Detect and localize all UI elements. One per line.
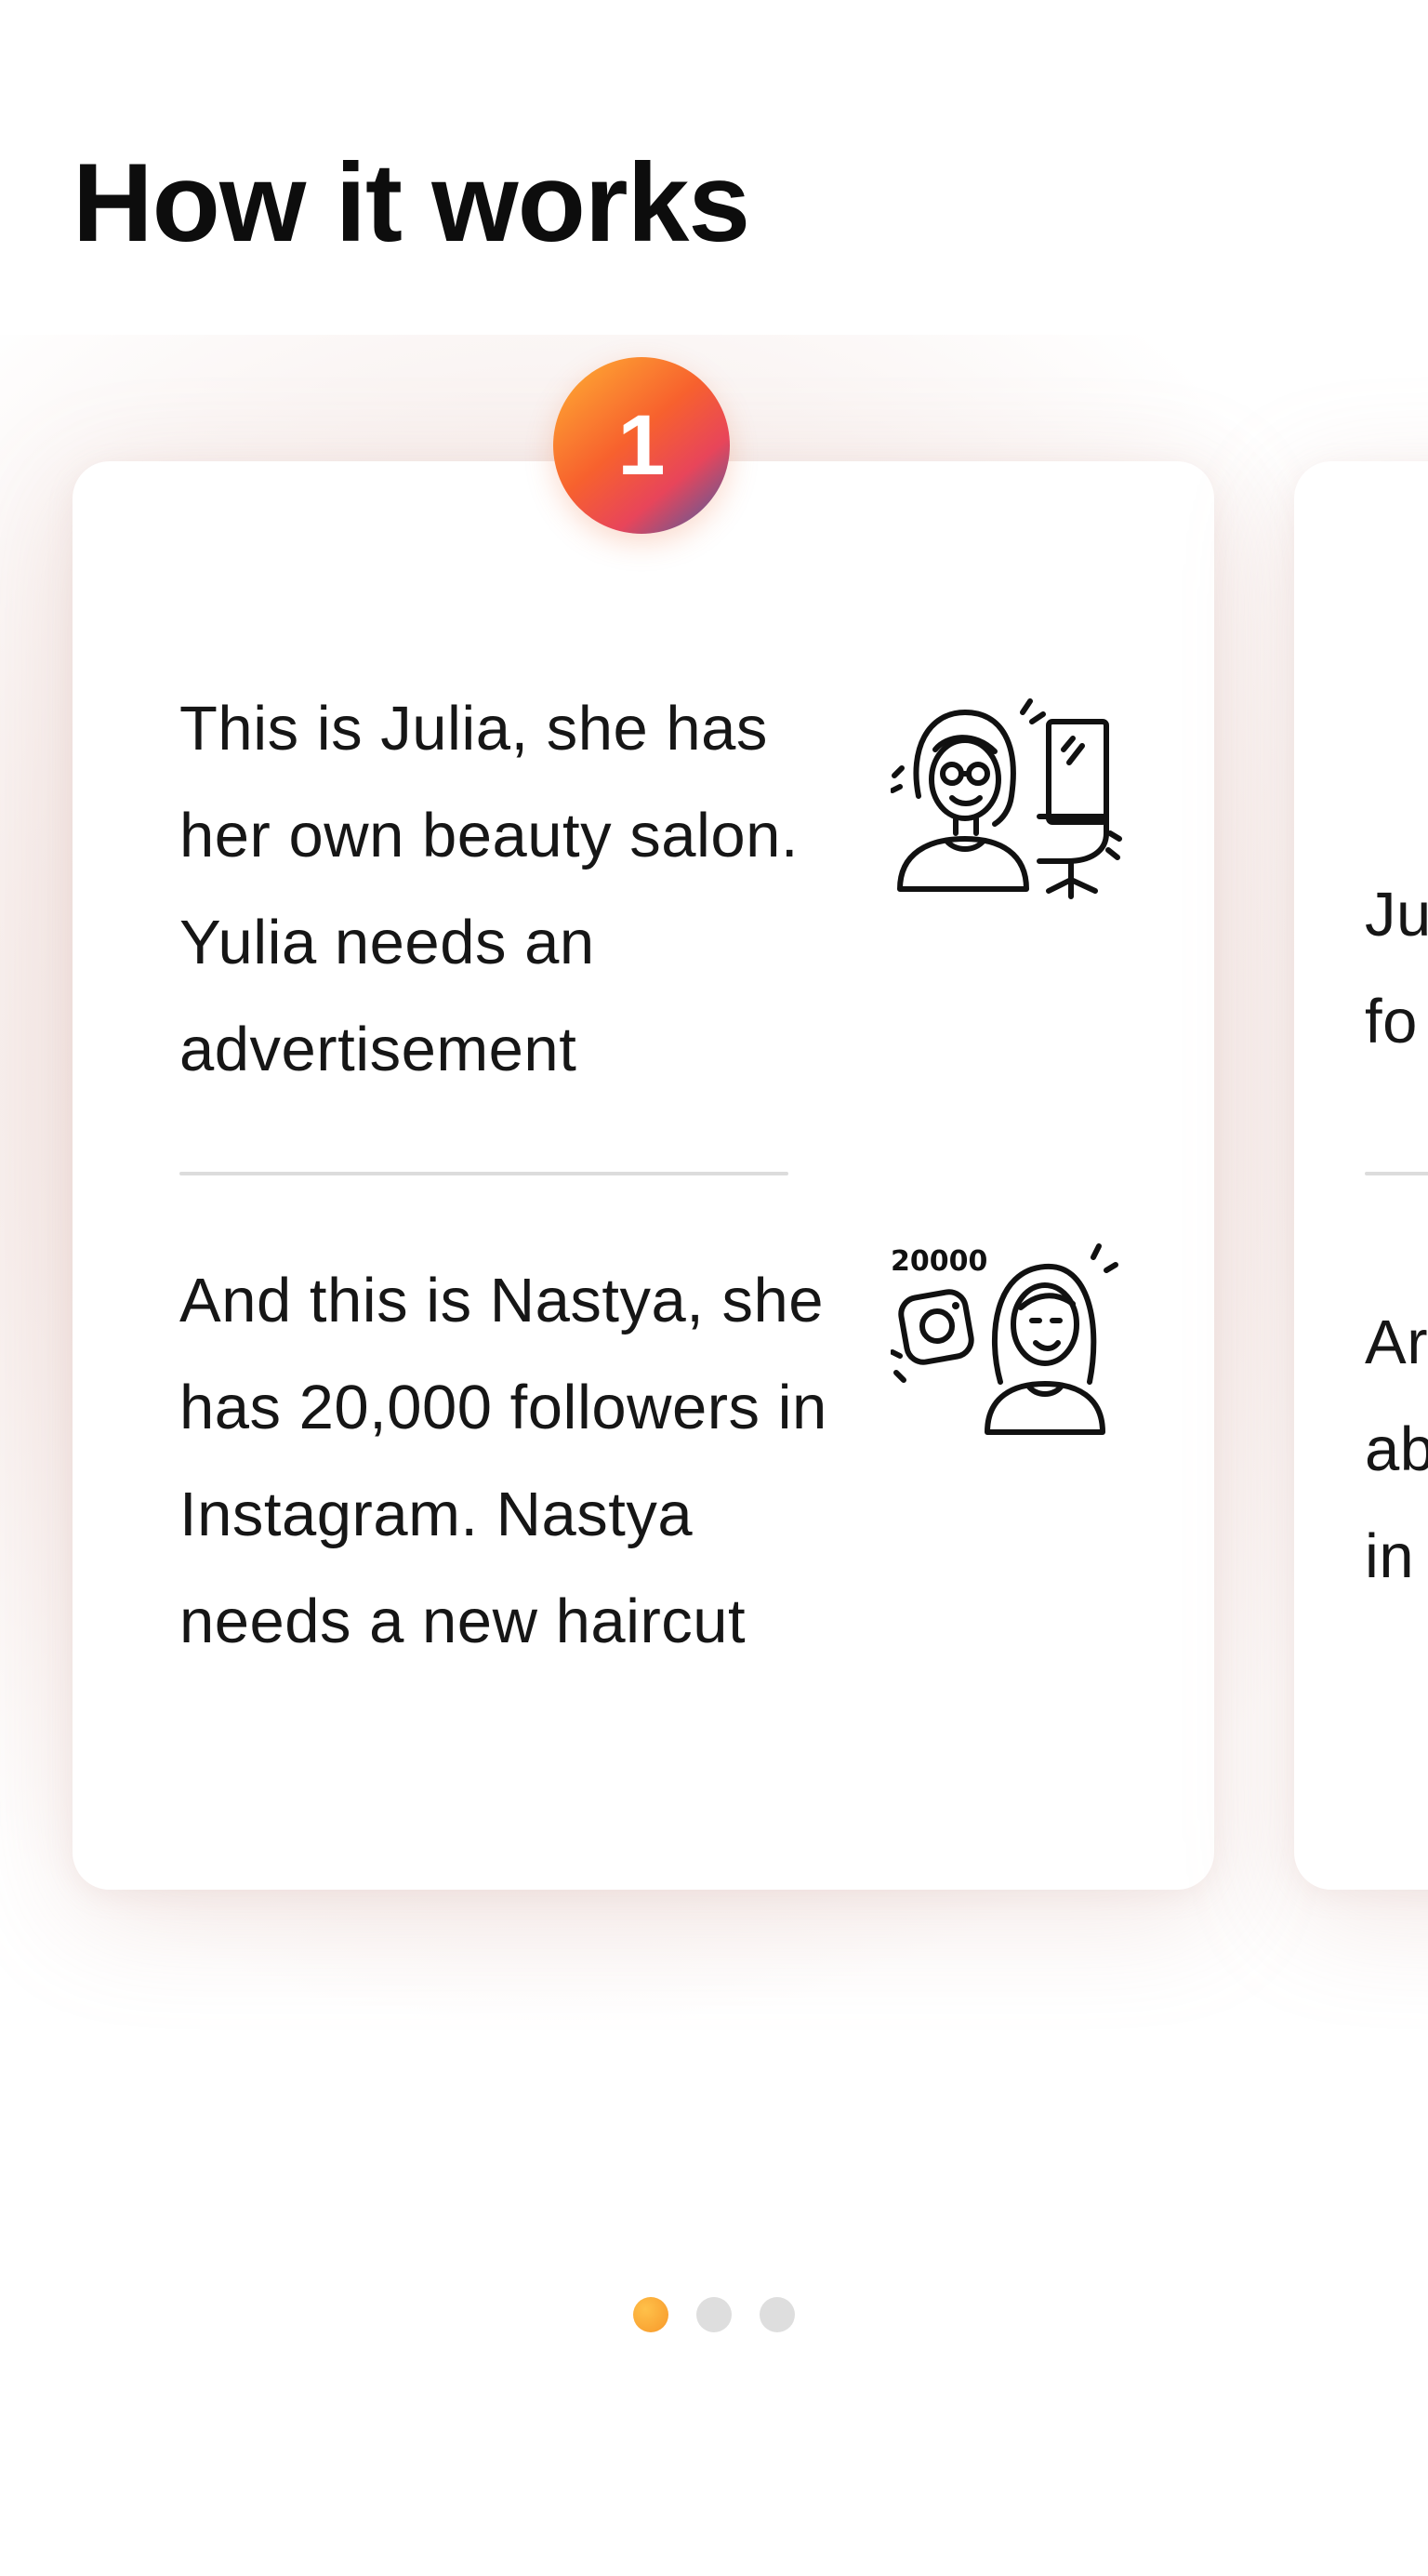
how-it-works-screen: How it works 1 This is Julia, she has he…	[0, 0, 1428, 2576]
story-card2-first-text: Ju fo	[1365, 861, 1428, 1075]
pagination-dot-1[interactable]	[633, 2297, 668, 2332]
step-card-1[interactable]: 1 This is Julia, she has her own beauty …	[73, 357, 1214, 1890]
story-line: Ju	[1365, 880, 1428, 949]
story-nastya-text: And this is Nastya, she has 20,000 follo…	[179, 1266, 827, 1656]
story-card2-second-text: Ar ab in	[1365, 1289, 1428, 1610]
story-line: fo	[1365, 987, 1418, 1056]
pagination-dot-2[interactable]	[696, 2297, 732, 2332]
follower-count-label: 20000	[891, 1245, 987, 1278]
story-divider	[1365, 1172, 1428, 1175]
steps-carousel[interactable]: 1 This is Julia, she has her own beauty …	[0, 353, 1428, 2332]
page-title: How it works	[73, 140, 750, 265]
carousel-pagination	[0, 2297, 1428, 2332]
pagination-dot-3[interactable]	[760, 2297, 795, 2332]
step-number-badge: 1	[553, 357, 730, 534]
step-card-2[interactable]: Ju fo Ar ab in	[1294, 461, 1428, 1890]
story-line: Ar	[1365, 1308, 1428, 1377]
woman-salon-chair-icon	[891, 698, 1122, 899]
story-divider	[179, 1172, 788, 1175]
influencer-instagram-icon: 20000	[891, 1243, 1118, 1435]
story-line: in	[1365, 1521, 1415, 1591]
story-line: ab	[1365, 1414, 1428, 1484]
story-julia-text: This is Julia, she has her own beauty sa…	[179, 694, 800, 1084]
